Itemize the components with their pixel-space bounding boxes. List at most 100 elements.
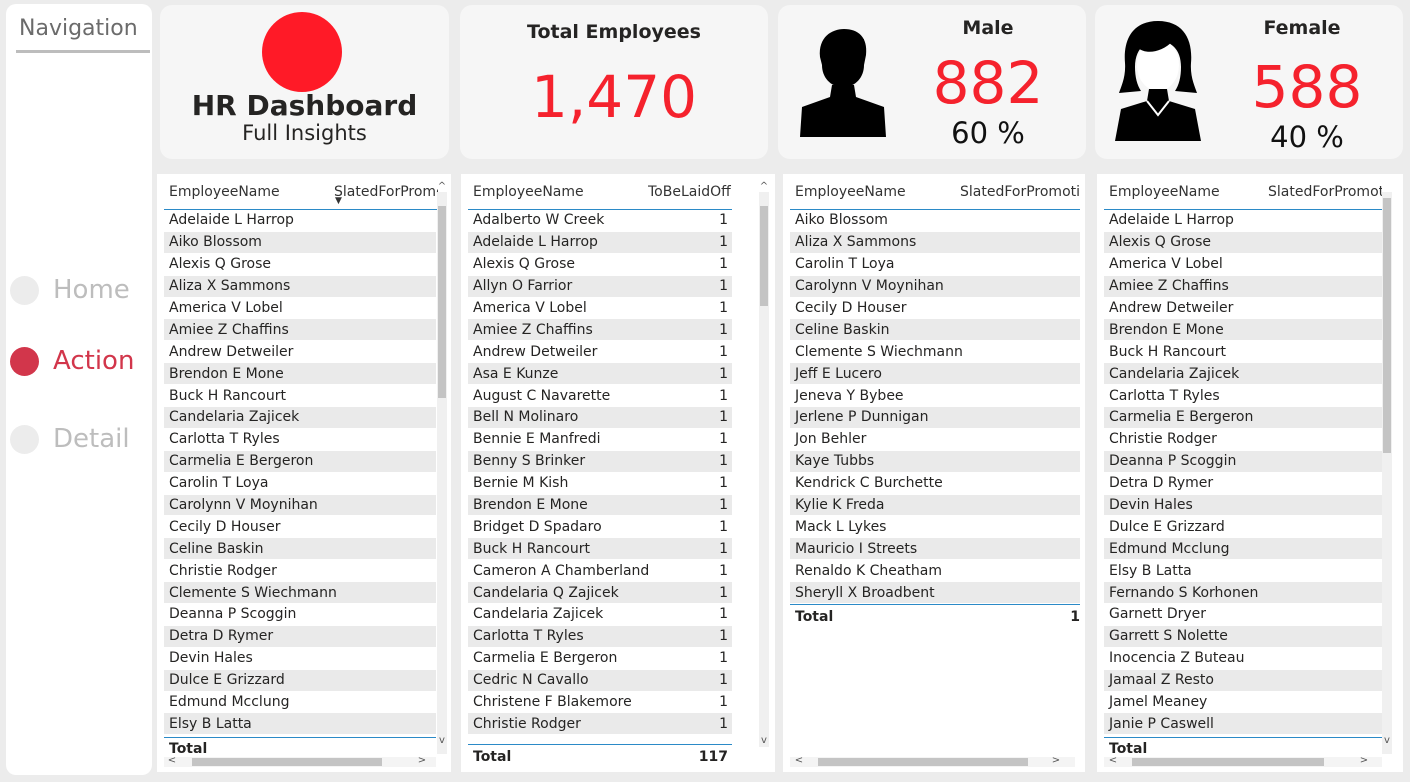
table-row[interactable]: Allyn O Farrior 1 [468,275,732,298]
scroll-right-icon[interactable]: > [1051,755,1061,766]
table-row[interactable]: Carolin T Loya [164,473,436,495]
table-row[interactable]: Bennie E Manfredi 1 [468,429,732,451]
horizontal-scrollbar[interactable] [1104,757,1382,767]
table-row[interactable]: Brendon E Mone [164,363,436,386]
table-row[interactable]: Celine Baskin [790,319,1080,342]
table-row[interactable]: Jamel Meaney [1104,692,1382,714]
scrollbar-thumb[interactable] [192,758,382,766]
table-row[interactable]: Aiko Blossom [164,231,436,254]
table-row[interactable]: Benny S Brinker 1 [468,450,732,473]
table-row[interactable]: Jamaal Z Resto [1104,669,1382,692]
column-header-employee-name[interactable]: EmployeeName [468,184,584,200]
horizontal-scrollbar[interactable] [164,757,436,767]
table-row[interactable]: Detra D Rymer [1104,473,1382,495]
table-row[interactable]: Devin Hales [164,648,436,670]
table-row[interactable]: Mauricio I Streets [790,538,1080,561]
table-row[interactable]: America V Lobel [164,298,436,320]
scrollbar-thumb[interactable] [1383,198,1391,453]
scroll-left-icon[interactable]: < [794,755,804,766]
table-row[interactable]: Bernie M Kish 1 [468,473,732,495]
scroll-down-icon[interactable]: v [759,735,769,746]
table-row[interactable]: Fernando S Korhonen [1104,582,1382,605]
table-row[interactable]: Celine Baskin [164,538,436,561]
table-row[interactable]: Adelaide L Harrop [164,210,436,232]
column-header-slated-for-promotion[interactable]: SlatedForPromotion [1268,184,1382,200]
scroll-up-icon[interactable]: ^ [759,181,769,192]
table-row[interactable]: Mack L Lykes [790,516,1080,539]
table-row[interactable]: Christene F Blakemore 1 [468,692,732,714]
table-row[interactable]: Candelaria Zajicek [164,407,436,429]
table-row[interactable]: Adalberto W Creek 1 [468,210,732,232]
table-row[interactable]: America V Lobel [1104,254,1382,276]
table-row[interactable]: Jon Behler [790,429,1080,451]
table-row[interactable]: Buck H Rancourt [164,385,436,408]
table-row[interactable]: Elsy B Latta [1104,560,1382,583]
table-row[interactable]: Asa E Kunze 1 [468,363,732,386]
scrollbar-thumb[interactable] [760,206,768,306]
table-row[interactable]: Carolynn V Moynihan [164,494,436,517]
table-row[interactable]: Sheryll X Broadbent [790,582,1080,605]
nav-item-action[interactable]: Action [10,341,150,381]
table-row[interactable]: Cameron A Chamberland 1 [468,560,732,583]
vertical-scrollbar[interactable] [759,192,769,747]
scroll-down-icon[interactable]: v [1382,735,1392,746]
table-row[interactable]: Renaldo K Cheatham [790,560,1080,583]
column-header-to-be-laid-off[interactable]: ToBeLaidOff [648,184,732,200]
table-row[interactable]: Carlotta T Ryles 1 [468,625,732,648]
table-row[interactable]: Jerlene P Dunnigan [790,407,1080,429]
table-row[interactable]: Christie Rodger [164,560,436,583]
table-row[interactable]: Buck H Rancourt 1 [468,538,732,561]
table-row[interactable]: Carmelia E Bergeron [164,450,436,473]
table-row[interactable]: Carlotta T Ryles [164,429,436,451]
scroll-down-icon[interactable]: v [437,735,447,746]
table-row[interactable]: Cecily D Houser [164,516,436,539]
table-row[interactable]: Amiee Z Chaffins [164,319,436,342]
table-row[interactable]: Adelaide L Harrop [1104,210,1382,232]
table-row[interactable]: Andrew Detweiler 1 [468,341,732,364]
table-row[interactable]: Jeneva Y Bybee [790,385,1080,408]
table-row[interactable]: Carolin T Loya [790,254,1080,276]
table-row[interactable]: Deanna P Scoggin [164,604,436,626]
table-row[interactable]: Deanna P Scoggin [1104,450,1382,473]
nav-item-home[interactable]: Home [10,270,150,310]
table-row[interactable]: Amiee Z Chaffins [1104,275,1382,298]
table-row[interactable]: Carlotta T Ryles [1104,385,1382,408]
scroll-right-icon[interactable]: > [417,755,427,766]
column-header-employee-name[interactable]: EmployeeName [1104,184,1220,200]
table-row[interactable]: Brendon E Mone 1 [468,494,732,517]
table-row[interactable]: Adelaide L Harrop 1 [468,231,732,254]
table-row[interactable]: Cecily D Houser [790,298,1080,320]
table-row[interactable]: Carolynn V Moynihan [790,275,1080,298]
table-row[interactable]: Candelaria Zajicek [1104,363,1382,386]
table-row[interactable]: Candelaria Q Zajicek 1 [468,582,732,605]
table-row[interactable]: Garrett S Nolette [1104,625,1382,648]
table-row[interactable]: Alexis Q Grose [1104,231,1382,254]
scrollbar-thumb[interactable] [818,758,1028,766]
column-header-slated-for-promotion[interactable]: SlatedForPromotion [334,184,438,200]
table-row[interactable]: Clemente S Wiechmann [164,582,436,605]
table-row[interactable]: Elsy B Latta [164,713,436,736]
scroll-left-icon[interactable]: < [167,755,177,766]
nav-item-detail[interactable]: Detail [10,419,150,459]
table-row[interactable]: Buck H Rancourt [1104,341,1382,364]
scroll-up-icon[interactable]: ^ [437,181,447,192]
table-row[interactable]: Edmund Mcclung [1104,538,1382,561]
table-row[interactable]: Carmelia E Bergeron [1104,407,1382,429]
table-row[interactable]: Edmund Mcclung [164,692,436,714]
table-row[interactable]: Bridget D Spadaro 1 [468,516,732,539]
table-row[interactable]: Cedric N Cavallo 1 [468,669,732,692]
horizontal-scrollbar[interactable] [790,757,1075,767]
table-row[interactable]: Dulce E Grizzard [1104,516,1382,539]
table-row[interactable]: Bell N Molinaro 1 [468,407,732,429]
table-row[interactable]: Janie P Caswell [1104,713,1382,736]
vertical-scrollbar[interactable] [1382,192,1392,754]
column-header-employee-name[interactable]: EmployeeName [164,184,280,200]
table-row[interactable]: Alexis Q Grose 1 [468,254,732,276]
scrollbar-thumb[interactable] [438,206,446,398]
table-row[interactable]: Aliza X Sammons [790,231,1080,254]
table-row[interactable]: Brendon E Mone [1104,319,1382,342]
table-row[interactable]: Detra D Rymer [164,625,436,648]
table-row[interactable]: Aliza X Sammons [164,275,436,298]
table-row[interactable]: Candelaria Zajicek 1 [468,604,732,626]
table-row[interactable]: Inocencia Z Buteau [1104,648,1382,670]
